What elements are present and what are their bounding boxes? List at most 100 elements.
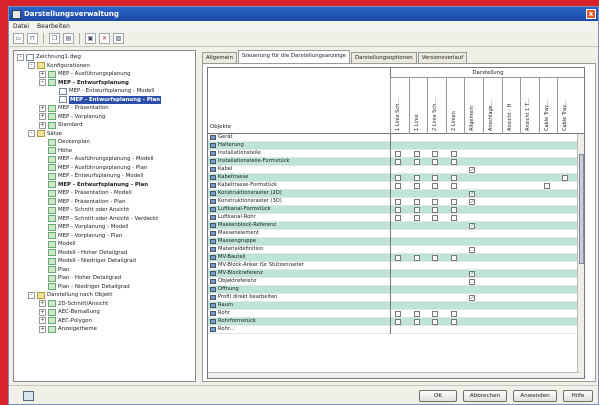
checkbox[interactable] [469, 279, 476, 285]
tree-item[interactable]: - Darstellung nach Objekt [14, 291, 195, 300]
expand-icon[interactable]: + [39, 104, 46, 112]
checkbox[interactable] [450, 159, 457, 165]
copy-icon[interactable]: ❐ [49, 33, 60, 44]
tree-item[interactable]: + AEC-Bemaßung [14, 308, 195, 317]
tree-item[interactable]: - Konfigurationen [14, 62, 195, 71]
menu-edit[interactable]: Bearbeiten [37, 23, 70, 30]
column-header[interactable]: Ansicht - H [501, 78, 518, 134]
column-header[interactable]: Anschlags... [483, 78, 499, 134]
checkbox[interactable] [413, 215, 420, 221]
table-row[interactable]: Massenelement [208, 230, 584, 238]
column-header[interactable]: 1 Linie Sch... [390, 78, 406, 134]
column-header[interactable]: Cable Tray... [557, 78, 573, 134]
tree-item[interactable]: MEP - Präsentation - Plan [14, 198, 195, 207]
tree-item[interactable]: MEP - Ausführungsplanung - Modell [14, 155, 195, 164]
new-icon[interactable]: ▭ [13, 33, 24, 44]
table-row[interactable]: Installationsteile-Formstück [208, 158, 584, 166]
checkbox[interactable] [450, 311, 457, 317]
checkbox[interactable] [395, 255, 401, 261]
tree-item[interactable]: MEP - Entwurfsplanung - Plan [14, 181, 195, 190]
checkbox-checked[interactable]: ✓ [469, 167, 476, 173]
expand-icon[interactable]: + [39, 308, 46, 316]
checkbox[interactable] [469, 247, 476, 253]
table-row[interactable]: Raum [208, 302, 584, 310]
checkbox[interactable] [395, 311, 401, 317]
checkbox[interactable] [413, 151, 420, 157]
tree-item[interactable]: + AEC-Polygon [14, 317, 195, 326]
checkbox[interactable] [413, 319, 420, 325]
table-row[interactable]: Luftkanal-Formstück [208, 206, 584, 214]
checkbox[interactable] [543, 183, 550, 189]
tab-version-history[interactable]: Versionsverlauf [417, 52, 468, 63]
tree-item[interactable]: MEP - Vorplanung - Plan [14, 232, 195, 241]
checkbox[interactable] [395, 175, 401, 181]
checkbox[interactable] [432, 151, 439, 157]
tree-icon[interactable]: ▧ [113, 33, 124, 44]
expand-icon[interactable]: + [39, 121, 46, 129]
tree-item[interactable]: Plan - Niedriger Detailgrad [14, 283, 195, 292]
table-row[interactable]: Luftkanal-Rohr [208, 214, 584, 222]
table-row[interactable]: MV-Blockreferenz ✓ [208, 270, 584, 278]
column-header[interactable]: Cable Tray... [538, 78, 555, 134]
table-row[interactable]: Maskenblock-Referenz ✓ [208, 222, 584, 230]
collapse-icon[interactable]: - [28, 62, 35, 70]
checkbox[interactable] [395, 199, 401, 205]
checkbox[interactable] [450, 215, 457, 221]
collapse-icon[interactable]: - [17, 53, 24, 61]
checkbox[interactable] [395, 183, 401, 189]
table-row[interactable]: Materialdefinition [208, 246, 584, 254]
delete-icon[interactable]: ✕ [99, 33, 110, 44]
table-row[interactable]: Gerät [208, 134, 584, 142]
tree-item[interactable]: MEP - Präsentation - Modell [14, 189, 195, 198]
checkbox-checked[interactable]: ✓ [469, 223, 476, 229]
checkbox[interactable] [395, 151, 401, 157]
expand-icon[interactable]: + [39, 325, 46, 333]
tree-item[interactable]: Höhe [14, 147, 195, 156]
tree-item[interactable]: MEP - Schnitt oder Ansicht [14, 206, 195, 215]
checkbox[interactable] [413, 159, 420, 165]
tree-item[interactable]: Plan - Hoher Detailgrad [14, 274, 195, 283]
checkbox[interactable] [432, 199, 439, 205]
close-button[interactable]: x [586, 9, 596, 19]
tree-item[interactable]: - Zeichnung1.dwg [14, 53, 195, 62]
checkbox[interactable] [413, 207, 420, 213]
table-row[interactable]: Kabeltrasse-Formstück [208, 182, 584, 190]
checkbox[interactable] [395, 215, 401, 221]
tree-item[interactable]: MEP - Entwurfsplanung - Modell [14, 87, 195, 96]
table-row[interactable]: Massengruppe [208, 238, 584, 246]
table-row[interactable]: Konstruktionsraster (3D) ✓ [208, 198, 584, 206]
tree-view[interactable]: - Zeichnung1.dwg - Konfigurationen + MEP - Au… [13, 50, 196, 382]
checkbox[interactable] [450, 199, 457, 205]
table-row[interactable]: Kabeltrasse [208, 174, 584, 182]
checkbox[interactable] [432, 183, 439, 189]
cancel-button[interactable]: Abbrechen [463, 390, 507, 402]
tree-item[interactable]: + MEP - Vorplanung [14, 113, 195, 122]
checkbox-checked[interactable]: ✓ [469, 199, 476, 205]
open-icon[interactable]: ⊓ [27, 33, 38, 44]
tree-item[interactable]: MEP - Entwurfsplanung - Plan [14, 95, 195, 105]
tree-item[interactable]: MEP - Ausführungsplanung - Plan [14, 164, 195, 173]
tree-item[interactable]: + Standard [14, 121, 195, 130]
tab-general[interactable]: Allgemein [202, 52, 237, 63]
checkbox[interactable] [450, 151, 457, 157]
vertical-scrollbar[interactable] [577, 134, 584, 378]
checkbox[interactable] [432, 207, 439, 213]
collapse-icon[interactable]: - [28, 291, 35, 299]
collapse-icon[interactable]: - [28, 130, 35, 138]
checkbox[interactable] [432, 311, 439, 317]
checkbox[interactable] [413, 311, 420, 317]
tab-display-control[interactable]: Steuerung für die Darstellungsanzeige [237, 50, 350, 63]
properties-icon[interactable]: ▣ [85, 33, 96, 44]
checkbox[interactable] [432, 215, 439, 221]
tree-item[interactable]: Modell [14, 240, 195, 249]
tree-item[interactable]: +2D-Schnitt/Ansicht [14, 300, 195, 309]
ok-button[interactable]: OK [419, 390, 457, 402]
tree-item[interactable]: Deckenplan [14, 138, 195, 147]
checkbox[interactable] [450, 207, 457, 213]
table-row[interactable]: Rohr [208, 310, 584, 318]
expand-icon[interactable]: + [39, 70, 46, 78]
checkbox[interactable] [450, 183, 457, 189]
tree-item[interactable]: - MEP - Entwurfsplanung [14, 79, 195, 88]
checkbox[interactable] [395, 159, 401, 165]
checkbox[interactable] [413, 175, 420, 181]
